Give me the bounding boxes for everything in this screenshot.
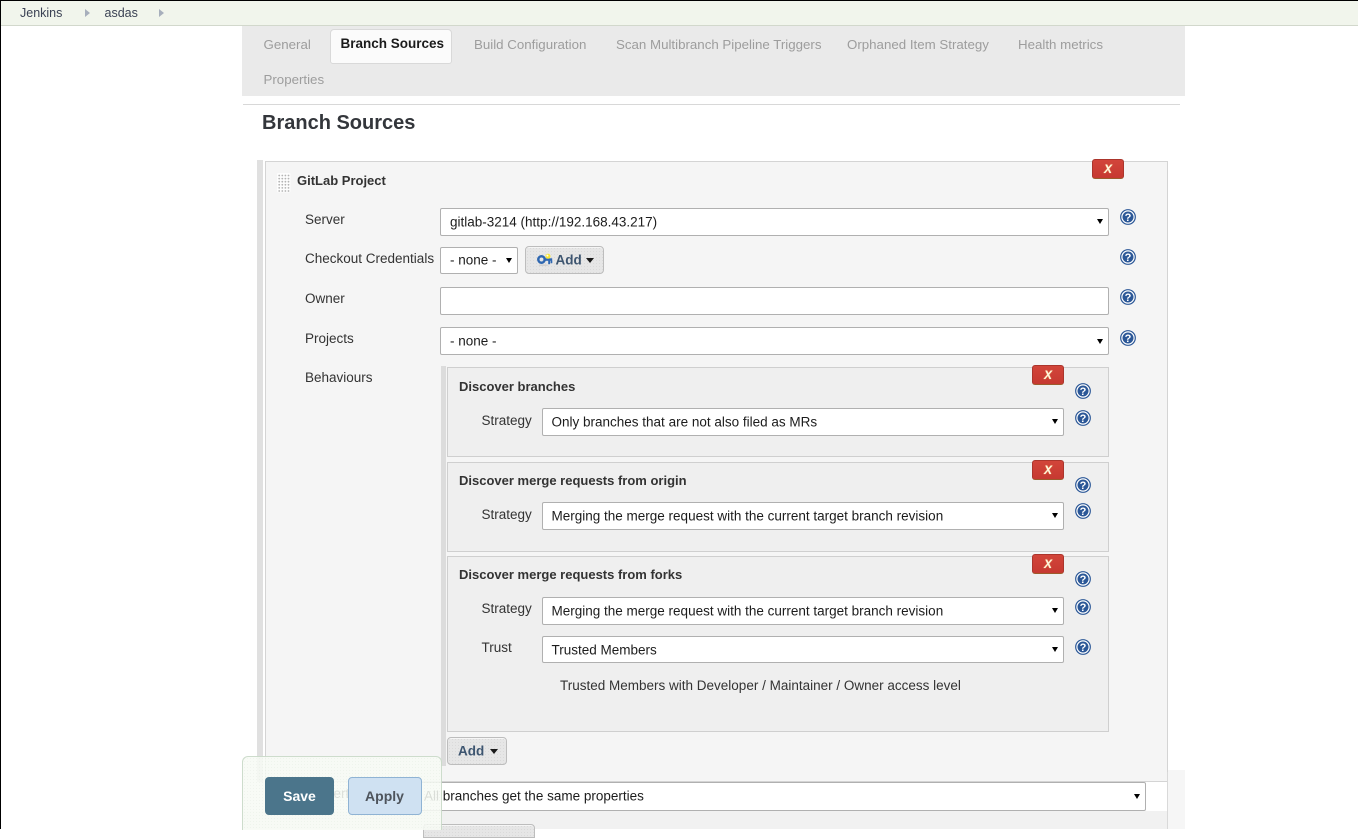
svg-text:?: ? [1080,413,1087,425]
svg-text:?: ? [1125,333,1132,345]
svg-text:?: ? [1080,386,1087,398]
svg-text:?: ? [1080,574,1087,586]
svg-text:?: ? [1080,506,1087,518]
svg-text:?: ? [1125,292,1132,304]
svg-text:?: ? [1125,252,1132,264]
svg-text:?: ? [1080,602,1087,614]
svg-text:?: ? [1080,642,1087,654]
svg-text:?: ? [1080,480,1087,492]
svg-text:?: ? [1125,212,1132,224]
